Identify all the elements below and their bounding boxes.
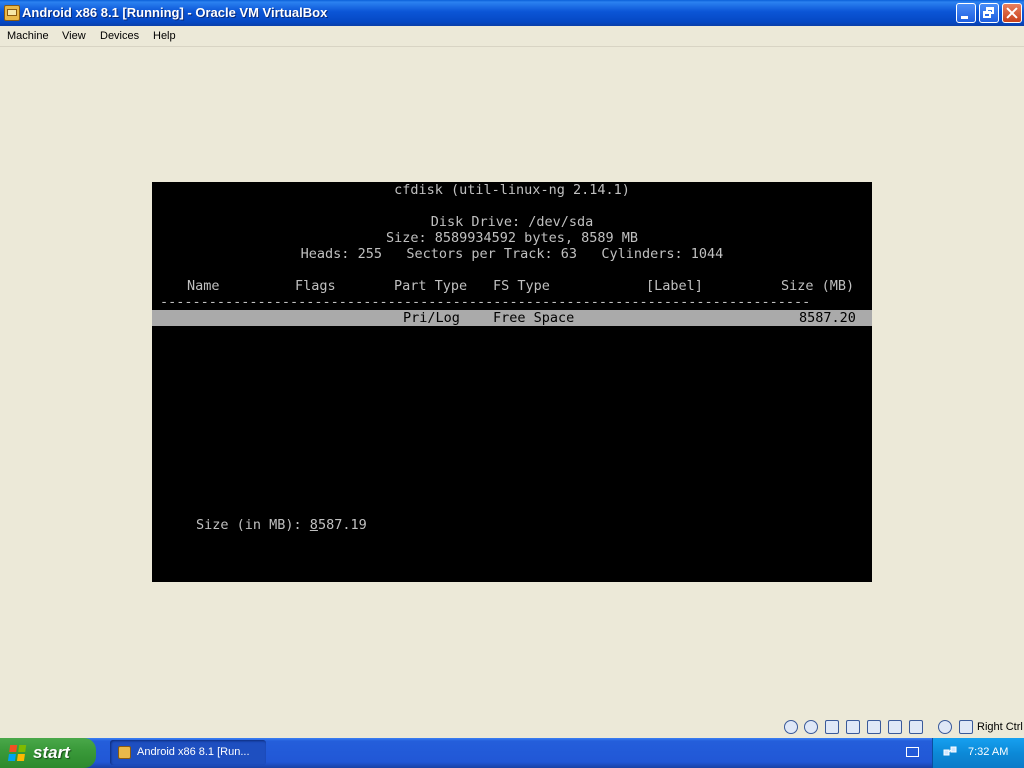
pencil-icon[interactable]	[825, 720, 839, 734]
start-label: start	[33, 743, 70, 762]
clock: 7:32 AM	[968, 746, 1009, 758]
keyboard-icon[interactable]	[906, 747, 919, 757]
header-separator: ----------------------------------------…	[160, 294, 811, 310]
system-tray: 7:32 AM	[932, 738, 1024, 768]
taskbar-item-virtualbox[interactable]: Android x86 8.1 [Run...	[110, 740, 266, 765]
column-header-fs-type: FS Type	[493, 278, 550, 294]
mouse-integration-icon[interactable]	[959, 720, 973, 734]
disk-size-line: Size: 8589934592 bytes, 8589 MB	[386, 230, 638, 246]
optical-drive-icon[interactable]	[804, 720, 818, 734]
virtualbox-app-icon	[4, 5, 20, 21]
column-header-flags: Flags	[295, 278, 336, 294]
menu-help[interactable]: Help	[153, 30, 176, 42]
row-size: 8587.20	[799, 310, 856, 326]
window-title: Android x86 8.1 [Running] - Oracle VM Vi…	[22, 5, 328, 20]
network-icon[interactable]	[846, 720, 860, 734]
minimize-button[interactable]	[956, 3, 976, 23]
recording-icon[interactable]	[938, 720, 952, 734]
disk-geometry-line: Heads: 255 Sectors per Track: 63 Cylinde…	[300, 246, 724, 262]
menu-machine[interactable]: Machine	[7, 30, 49, 42]
minimize-icon	[961, 16, 968, 19]
display-icon[interactable]	[888, 720, 902, 734]
column-header-size: Size (MB)	[781, 278, 855, 294]
column-header-part-type: Part Type	[394, 278, 468, 294]
usb-icon[interactable]	[909, 720, 923, 734]
menu-view[interactable]: View	[62, 30, 86, 42]
shared-folder-icon[interactable]	[867, 720, 881, 734]
column-header-name: Name	[187, 278, 220, 294]
row-fs-type: Free Space	[493, 310, 575, 326]
virtualbox-task-icon	[118, 746, 131, 759]
column-header-label: [Label]	[646, 278, 703, 294]
vm-status-bar: Right Ctrl	[0, 716, 1024, 738]
task-label: Android x86 8.1 [Run...	[137, 746, 250, 758]
size-prompt-value: 587.19	[317, 517, 367, 533]
close-button[interactable]	[1002, 3, 1022, 23]
row-part-type: Pri/Log	[403, 310, 460, 326]
host-key-label: Right Ctrl	[977, 721, 1023, 733]
size-prompt-label: Size (in MB):	[196, 517, 310, 533]
partition-row-free-space[interactable]: Pri/Log Free Space 8587.20	[152, 310, 872, 326]
windows-logo-icon	[7, 745, 27, 762]
restore-button[interactable]	[979, 3, 999, 23]
network-connection-icon[interactable]	[943, 745, 957, 759]
start-button[interactable]: start	[0, 738, 96, 768]
window-title-bar[interactable]: Android x86 8.1 [Running] - Oracle VM Vi…	[0, 0, 1024, 26]
size-prompt[interactable]: Size (in MB): 8587.19	[196, 517, 367, 533]
taskbar: start Android x86 8.1 [Run... 7:32 AM	[0, 738, 1024, 768]
disk-drive-line: Disk Drive: /dev/sda	[430, 214, 594, 230]
cursor-digit: 8	[309, 517, 318, 533]
vm-console-screen[interactable]: cfdisk (util-linux-ng 2.14.1) Disk Drive…	[152, 182, 872, 582]
menu-devices[interactable]: Devices	[100, 30, 139, 42]
cfdisk-header: cfdisk (util-linux-ng 2.14.1)	[394, 182, 630, 198]
menu-bar: Machine View Devices Help	[0, 26, 1024, 47]
hard-disk-icon[interactable]	[784, 720, 798, 734]
